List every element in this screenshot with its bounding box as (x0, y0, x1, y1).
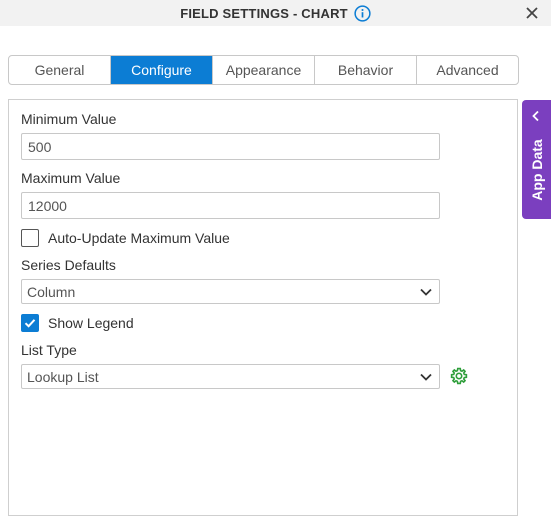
show-legend-checkbox[interactable] (21, 314, 39, 332)
tab-configure[interactable]: Configure (111, 56, 213, 84)
list-type-label: List Type (21, 342, 77, 358)
checkmark-icon (24, 319, 36, 328)
tab-advanced[interactable]: Advanced (417, 56, 518, 84)
app-data-label: App Data (528, 139, 545, 201)
auto-update-checkbox[interactable] (21, 229, 39, 247)
settings-tabs: General Configure Appearance Behavior Ad… (8, 55, 519, 85)
info-circle-icon[interactable] (354, 4, 371, 22)
show-legend-row[interactable]: Show Legend (21, 314, 134, 332)
dialog-titlebar: FIELD SETTINGS - CHART (0, 0, 551, 26)
minimum-value-input[interactable]: 500 (21, 133, 440, 160)
series-defaults-label: Series Defaults (21, 257, 116, 273)
dialog-title: FIELD SETTINGS - CHART (180, 5, 348, 21)
list-type-value: Lookup List (27, 368, 99, 385)
tab-general[interactable]: General (9, 56, 111, 84)
minimum-value-label: Minimum Value (21, 111, 117, 127)
auto-update-row[interactable]: Auto-Update Maximum Value (21, 229, 230, 247)
tab-behavior[interactable]: Behavior (315, 56, 417, 84)
tab-appearance[interactable]: Appearance (213, 56, 315, 84)
close-icon[interactable] (523, 4, 541, 22)
minimum-value-text: 500 (28, 138, 52, 155)
chevron-left-icon (532, 110, 539, 122)
maximum-value-text: 12000 (28, 197, 67, 214)
show-legend-label: Show Legend (48, 315, 134, 331)
maximum-value-label: Maximum Value (21, 170, 121, 186)
app-data-side-tab[interactable]: App Data (522, 100, 551, 219)
field-settings-dialog: FIELD SETTINGS - CHART General Configure… (0, 0, 551, 528)
dialog-title-wrap: FIELD SETTINGS - CHART (0, 0, 551, 26)
auto-update-label: Auto-Update Maximum Value (48, 230, 230, 246)
maximum-value-input[interactable]: 12000 (21, 192, 440, 219)
chevron-down-icon (420, 288, 432, 296)
gear-icon[interactable] (450, 367, 468, 385)
list-type-select[interactable]: Lookup List (21, 364, 440, 389)
configure-panel (8, 99, 518, 516)
series-defaults-select[interactable]: Column (21, 279, 440, 304)
series-defaults-value: Column (27, 283, 76, 300)
chevron-down-icon (420, 373, 432, 381)
